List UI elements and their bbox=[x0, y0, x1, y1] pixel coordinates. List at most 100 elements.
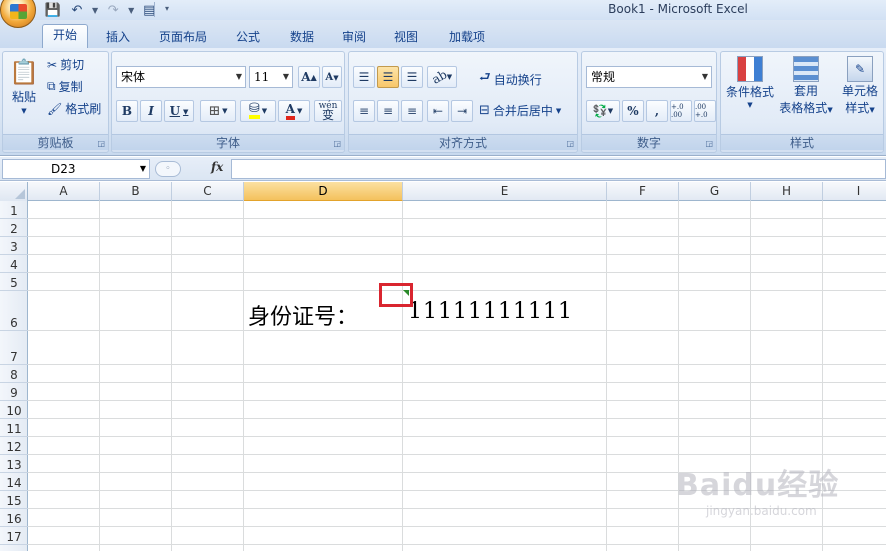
merge-center-button[interactable]: ⊟ 合并后居中 ▼ bbox=[479, 102, 561, 119]
cut-button[interactable]: ✂ 剪切 bbox=[47, 56, 84, 73]
tab-formulas[interactable]: 公式 bbox=[226, 26, 270, 48]
cell-styles-dropdown-icon[interactable]: ▼ bbox=[869, 106, 874, 114]
insert-function-icon[interactable]: fx bbox=[211, 160, 223, 174]
cell-styles-button[interactable]: ✎ 单元格 样式▼ bbox=[837, 56, 883, 116]
gridline bbox=[28, 272, 886, 273]
phonetic-button[interactable]: wén 变 bbox=[314, 100, 342, 122]
row-header-15[interactable]: 15 bbox=[0, 491, 28, 509]
format-painter-button[interactable]: 🖌 格式刷 bbox=[47, 100, 101, 117]
underline-button[interactable]: U ▼ bbox=[164, 100, 194, 122]
format-as-table-button[interactable]: 套用 表格格式▼ bbox=[777, 56, 835, 116]
row-header-12[interactable]: 12 bbox=[0, 437, 28, 455]
accounting-dropdown-icon[interactable]: ▼ bbox=[608, 107, 613, 115]
select-all-button[interactable] bbox=[0, 182, 28, 201]
table-format-dropdown-icon[interactable]: ▼ bbox=[827, 106, 832, 114]
increase-decimal-button[interactable]: +.0 .00 bbox=[670, 100, 692, 122]
column-header-d[interactable]: D bbox=[244, 182, 403, 201]
font-name-dropdown-icon[interactable]: ▼ bbox=[236, 67, 242, 87]
row-header-6[interactable]: 6 bbox=[0, 291, 28, 331]
conditional-format-dropdown-icon[interactable]: ▼ bbox=[747, 101, 752, 109]
row-header-1[interactable]: 1 bbox=[0, 201, 28, 219]
paste-button[interactable]: 📋 粘贴 ▼ bbox=[9, 58, 39, 115]
align-left-icon[interactable]: ≡ bbox=[353, 100, 375, 122]
row-header-10[interactable]: 10 bbox=[0, 401, 28, 419]
column-header-e[interactable]: E bbox=[403, 182, 607, 201]
row-header-3[interactable]: 3 bbox=[0, 237, 28, 255]
row-header-11[interactable]: 11 bbox=[0, 419, 28, 437]
font-color-button[interactable]: A ▼ bbox=[278, 100, 310, 122]
formula-expand-icon[interactable]: ◦ bbox=[155, 161, 181, 177]
clipboard-launcher-icon[interactable]: ◲ bbox=[97, 139, 105, 148]
number-launcher-icon[interactable]: ◲ bbox=[705, 139, 713, 148]
increase-font-icon[interactable]: A ▲ bbox=[298, 66, 320, 88]
column-header-i[interactable]: I bbox=[823, 182, 886, 201]
borders-dropdown-icon[interactable]: ▼ bbox=[222, 107, 227, 115]
number-format-dropdown-icon[interactable]: ▼ bbox=[702, 67, 708, 87]
bold-button[interactable]: B bbox=[116, 100, 138, 122]
alignment-launcher-icon[interactable]: ◲ bbox=[566, 139, 574, 148]
row-header-7[interactable]: 7 bbox=[0, 331, 28, 365]
column-header-f[interactable]: F bbox=[607, 182, 679, 201]
comma-button[interactable]: , bbox=[646, 100, 668, 122]
accounting-format-button[interactable]: 💱 ▼ bbox=[586, 100, 620, 122]
column-header-h[interactable]: H bbox=[751, 182, 823, 201]
column-header-a[interactable]: A bbox=[28, 182, 100, 201]
number-format-combo[interactable]: 常规 ▼ bbox=[586, 66, 712, 88]
cell-grid[interactable]: 身份证号： 11111111111 Baidu经验 jingyan.baidu.… bbox=[28, 201, 886, 551]
tab-home[interactable]: 开始 bbox=[42, 24, 88, 48]
orientation-button[interactable]: ab ▼ bbox=[427, 66, 457, 88]
conditional-format-button[interactable]: 条件格式 ▼ bbox=[725, 56, 775, 109]
font-launcher-icon[interactable]: ◲ bbox=[333, 139, 341, 148]
error-indicator-icon[interactable] bbox=[403, 290, 409, 296]
decrease-font-icon[interactable]: A ▼ bbox=[322, 66, 342, 88]
wrap-text-button[interactable]: ⮐ 自动换行 bbox=[479, 68, 542, 90]
column-header-c[interactable]: C bbox=[172, 182, 244, 201]
gridline bbox=[28, 400, 886, 401]
fill-color-dropdown-icon[interactable]: ▼ bbox=[262, 107, 267, 115]
increase-indent-icon[interactable]: ⇥ bbox=[451, 100, 473, 122]
underline-dropdown-icon[interactable]: ▼ bbox=[183, 107, 188, 116]
align-center-icon[interactable]: ≡ bbox=[377, 100, 399, 122]
gridline bbox=[28, 290, 886, 291]
cell-e6[interactable]: 11111111111 bbox=[408, 299, 573, 324]
font-size-dropdown-icon[interactable]: ▼ bbox=[283, 67, 289, 87]
tab-review[interactable]: 审阅 bbox=[332, 26, 376, 48]
italic-button[interactable]: I bbox=[140, 100, 162, 122]
row-header-16[interactable]: 16 bbox=[0, 509, 28, 527]
merge-center-dropdown-icon[interactable]: ▼ bbox=[556, 107, 561, 115]
tab-page-layout[interactable]: 页面布局 bbox=[150, 26, 216, 48]
row-header-4[interactable]: 4 bbox=[0, 255, 28, 273]
tab-insert[interactable]: 插入 bbox=[96, 26, 140, 48]
row-header-9[interactable]: 9 bbox=[0, 383, 28, 401]
number-group-label: 数字 bbox=[582, 134, 716, 150]
column-header-b[interactable]: B bbox=[100, 182, 172, 201]
row-header-8[interactable]: 8 bbox=[0, 365, 28, 383]
copy-label: 复制 bbox=[58, 80, 83, 94]
font-size-combo[interactable]: 11 ▼ bbox=[249, 66, 293, 88]
tab-data[interactable]: 数据 bbox=[280, 26, 324, 48]
copy-button[interactable]: ⧉ 复制 bbox=[47, 78, 83, 95]
row-header-2[interactable]: 2 bbox=[0, 219, 28, 237]
fill-color-button[interactable]: ⛁ ▼ bbox=[240, 100, 276, 122]
row-header-17[interactable]: 17 bbox=[0, 527, 28, 545]
tab-view[interactable]: 视图 bbox=[384, 26, 428, 48]
decrease-decimal-button[interactable]: .00 +.0 bbox=[694, 100, 716, 122]
row-header-14[interactable]: 14 bbox=[0, 473, 28, 491]
column-header-g[interactable]: G bbox=[679, 182, 751, 201]
decrease-indent-icon[interactable]: ⇤ bbox=[427, 100, 449, 122]
formula-input[interactable] bbox=[231, 159, 886, 179]
cell-d6[interactable]: 身份证号： bbox=[248, 299, 358, 331]
font-name-combo[interactable]: 宋体 ▼ bbox=[116, 66, 246, 88]
name-box-dropdown-icon[interactable]: ▼ bbox=[140, 160, 146, 178]
percent-button[interactable]: % bbox=[622, 100, 644, 122]
align-top-icon[interactable]: ☰ bbox=[353, 66, 375, 88]
font-color-dropdown-icon[interactable]: ▼ bbox=[297, 107, 302, 115]
borders-button[interactable]: ⊞ ▼ bbox=[200, 100, 236, 122]
align-bottom-icon[interactable]: ☰ bbox=[401, 66, 423, 88]
row-header-13[interactable]: 13 bbox=[0, 455, 28, 473]
name-box[interactable]: D23 ▼ bbox=[2, 159, 150, 179]
align-right-icon[interactable]: ≡ bbox=[401, 100, 423, 122]
tab-addins[interactable]: 加载项 bbox=[438, 26, 496, 48]
align-middle-icon[interactable]: ☰ bbox=[377, 66, 399, 88]
row-header-5[interactable]: 5 bbox=[0, 273, 28, 291]
